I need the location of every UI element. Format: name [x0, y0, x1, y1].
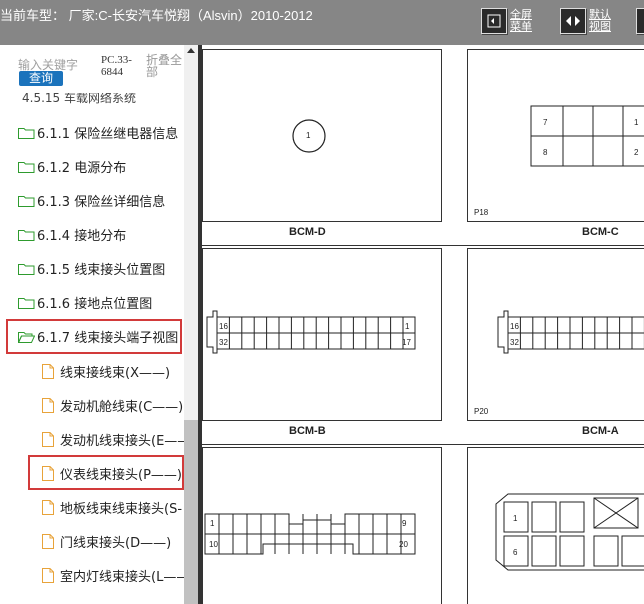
pin-label: 1 [405, 322, 410, 331]
bcm-b-connector [206, 310, 416, 354]
tree-document-item[interactable]: 地板线束线束接头(S- [42, 498, 182, 517]
bcm-d-connector [292, 119, 326, 153]
panel-connector-6: 1 6 [467, 447, 644, 604]
highlight-box-item [28, 455, 184, 490]
toolbar-icon [636, 8, 644, 34]
bcm-c-label: BCM-C [582, 226, 619, 238]
document-icon [42, 568, 54, 583]
bcm-d-label: BCM-D [289, 226, 326, 238]
fullscreen-menu-label[interactable]: 全屏菜单 [510, 9, 536, 33]
panel-bcm-b: 16 32 1 17 [202, 248, 442, 421]
collapse-all-link[interactable]: 折叠全部 [146, 54, 182, 78]
tree-folder-label: 6.1.5 线束接头位置图 [37, 263, 166, 278]
tree-folder-item[interactable]: 6.1.5 线束接头位置图 [18, 259, 165, 278]
fullscreen-menu-button[interactable]: 全屏菜单 [481, 8, 536, 34]
tree-document-label: 发动机线束接头(E—— [60, 434, 191, 449]
divider-line [202, 444, 644, 445]
pin-label: 1 [634, 118, 639, 127]
tree-document-label: 发动机舱线束(C——) [60, 400, 184, 415]
pin-label: 1 [210, 519, 215, 528]
bcm-b-label: BCM-B [289, 425, 326, 437]
bcm-a-label: BCM-A [582, 425, 619, 437]
document-icon [42, 432, 54, 447]
pin-label: 32 [510, 338, 519, 347]
tree-document-label: 门线束接头(D——) [60, 536, 172, 551]
pin-label: 1 [513, 514, 518, 523]
current-model-title: 当前车型： 厂家:C-长安汽车悦翔（Alsvin）2010-2012 [0, 8, 313, 23]
pin-label: 1 [306, 131, 311, 140]
folder-icon [18, 297, 35, 309]
tree-folder-item[interactable]: 6.1.6 接地点位置图 [18, 293, 152, 312]
fit-view-icon [560, 8, 586, 34]
extra-toolbar-button[interactable] [636, 8, 644, 34]
top-bar: 当前车型： 厂家:C-长安汽车悦翔（Alsvin）2010-2012 全屏菜单 … [0, 0, 644, 45]
pin-label: 9 [402, 519, 407, 528]
folder-icon [18, 161, 35, 173]
panel-tag: P20 [474, 407, 489, 416]
connector-6 [495, 493, 644, 571]
folder-icon [18, 229, 35, 241]
pin-label: 10 [209, 540, 218, 549]
tree-folder-item[interactable]: 6.1.1 保险丝继电器信息 [18, 123, 178, 142]
fullscreen-icon [481, 8, 507, 34]
pin-label: 2 [634, 148, 639, 157]
panel-connector-5: 1 10 9 20 [202, 447, 442, 604]
tree-document-label: 室内灯线束接头(L—— [60, 570, 190, 585]
folder-icon [18, 127, 35, 139]
pin-label: 20 [399, 540, 408, 549]
tree-folder-label: 6.1.4 接地分布 [37, 229, 127, 244]
pin-label: 16 [510, 322, 519, 331]
folder-icon [18, 195, 35, 207]
pc-code: PC.33-6844 [101, 54, 132, 78]
bcm-a-connector [497, 310, 644, 354]
tree-document-item[interactable]: 室内灯线束接头(L—— [42, 566, 189, 585]
pin-label: 32 [219, 338, 228, 347]
sidebar-scrollbar[interactable] [184, 45, 198, 604]
divider-line [202, 245, 644, 246]
pin-label: 6 [513, 548, 518, 557]
search-row: 输入关键字 查询 PC.33-6844 折叠全部 [0, 45, 184, 93]
diagram-viewer[interactable]: 1 BCM-D 7 1 8 2 P18 BCM-C 16 32 1 17 BCM… [202, 45, 644, 604]
default-view-label[interactable]: 默认视图 [589, 9, 615, 33]
tree-folder-label: 6.1.3 保险丝详细信息 [37, 195, 166, 210]
document-icon [42, 398, 54, 413]
tree-document-item[interactable]: 门线束接头(D——) [42, 532, 171, 551]
document-icon [42, 534, 54, 549]
tree-folder-item[interactable]: 6.1.3 保险丝详细信息 [18, 191, 165, 210]
tree-sidebar: 4.5.15 车载网络系统 输入关键字 查询 PC.33-6844 折叠全部 6… [0, 45, 198, 604]
pin-label: 17 [402, 338, 411, 347]
tree-document-item[interactable]: 发动机舱线束(C——) [42, 396, 183, 415]
panel-bcm-d: 1 [202, 49, 442, 222]
pin-label: 16 [219, 322, 228, 331]
panel-bcm-a: 16 32 P20 [467, 248, 644, 421]
tree-folder-item[interactable]: 6.1.2 电源分布 [18, 157, 126, 176]
default-view-button[interactable]: 默认视图 [560, 8, 615, 34]
panel-bcm-c: 7 1 8 2 P18 [467, 49, 644, 222]
tree-folder-item[interactable]: 6.1.4 接地分布 [18, 225, 126, 244]
query-button[interactable]: 查询 [19, 71, 63, 86]
document-icon [42, 500, 54, 515]
tree-folder-label: 6.1.6 接地点位置图 [37, 297, 153, 312]
document-icon [42, 364, 54, 379]
tree-folder-label: 6.1.2 电源分布 [37, 161, 127, 176]
pin-label: 7 [543, 118, 548, 127]
folder-icon [18, 263, 35, 275]
scroll-thumb[interactable] [184, 420, 198, 604]
scroll-up-arrow-icon[interactable] [187, 48, 195, 53]
bcm-c-connector [530, 105, 644, 167]
tree-document-item[interactable]: 线束接线束(X——) [42, 362, 170, 381]
tree-folder-label: 6.1.1 保险丝继电器信息 [37, 127, 179, 142]
pin-label: 8 [543, 148, 548, 157]
tree-document-label: 地板线束线束接头(S- [60, 502, 183, 517]
panel-tag: P18 [474, 208, 489, 217]
highlight-box-folder [6, 319, 182, 354]
tree-document-item[interactable]: 发动机线束接头(E—— [42, 430, 190, 449]
tree-document-label: 线束接线束(X——) [60, 366, 171, 381]
